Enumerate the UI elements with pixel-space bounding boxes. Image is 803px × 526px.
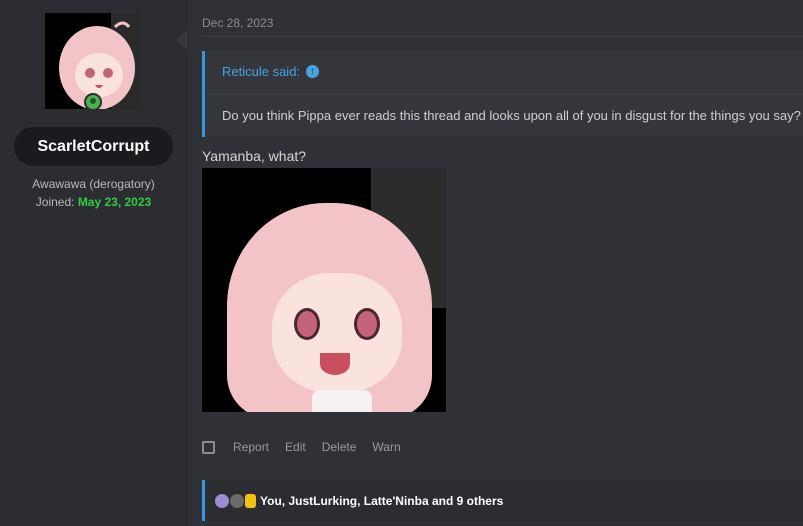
message-actions: Report Edit Delete Warn xyxy=(202,440,417,454)
reaction-icons xyxy=(215,493,257,508)
image-collar xyxy=(312,390,372,412)
message-date[interactable]: Dec 28, 2023 xyxy=(202,16,273,30)
reactions-bar[interactable]: You, JustLurking, Latte'Ninba and 9 othe… xyxy=(202,480,803,521)
reaction-gray-icon xyxy=(230,493,244,508)
select-checkbox[interactable] xyxy=(202,440,215,454)
user-joined: Joined: May 23, 2023 xyxy=(0,195,187,209)
message-header-divider xyxy=(202,36,803,37)
user-title: Awawawa (derogatory) xyxy=(32,177,155,191)
message-pointer-arrow xyxy=(176,30,187,50)
delete-link[interactable]: Delete xyxy=(322,440,357,454)
online-status-icon xyxy=(84,93,102,111)
image-mouth xyxy=(320,353,350,375)
quote-header[interactable]: Reticule said: ↑ xyxy=(222,64,320,79)
username-pill[interactable]: ScarletCorrupt xyxy=(14,127,173,166)
joined-date: May 23, 2023 xyxy=(77,195,152,209)
image-left-eye xyxy=(294,308,320,340)
message-image[interactable] xyxy=(202,168,446,412)
quote-text: Do you think Pippa ever reads this threa… xyxy=(222,108,801,123)
reaction-medal-icon xyxy=(245,493,256,508)
image-face xyxy=(272,273,402,393)
quote-divider xyxy=(205,94,803,95)
reactions-summary[interactable]: You, JustLurking, Latte'Ninba and 9 othe… xyxy=(260,494,503,508)
image-right-eye xyxy=(354,308,380,340)
joined-label: Joined: xyxy=(35,195,78,209)
username[interactable]: ScarletCorrupt xyxy=(37,138,149,156)
quote-block: Reticule said: ↑ Do you think Pippa ever… xyxy=(202,51,803,137)
arrow-up-circle-icon[interactable]: ↑ xyxy=(306,65,320,78)
reaction-purple-icon xyxy=(215,493,229,508)
quote-author[interactable]: Reticule said: xyxy=(222,64,300,79)
warn-link[interactable]: Warn xyxy=(372,440,400,454)
report-link[interactable]: Report xyxy=(233,440,269,454)
edit-link[interactable]: Edit xyxy=(285,440,306,454)
user-cell: ScarletCorrupt Awawawa (derogatory) Join… xyxy=(0,0,187,526)
message-body: Yamanba, what? xyxy=(202,148,307,164)
